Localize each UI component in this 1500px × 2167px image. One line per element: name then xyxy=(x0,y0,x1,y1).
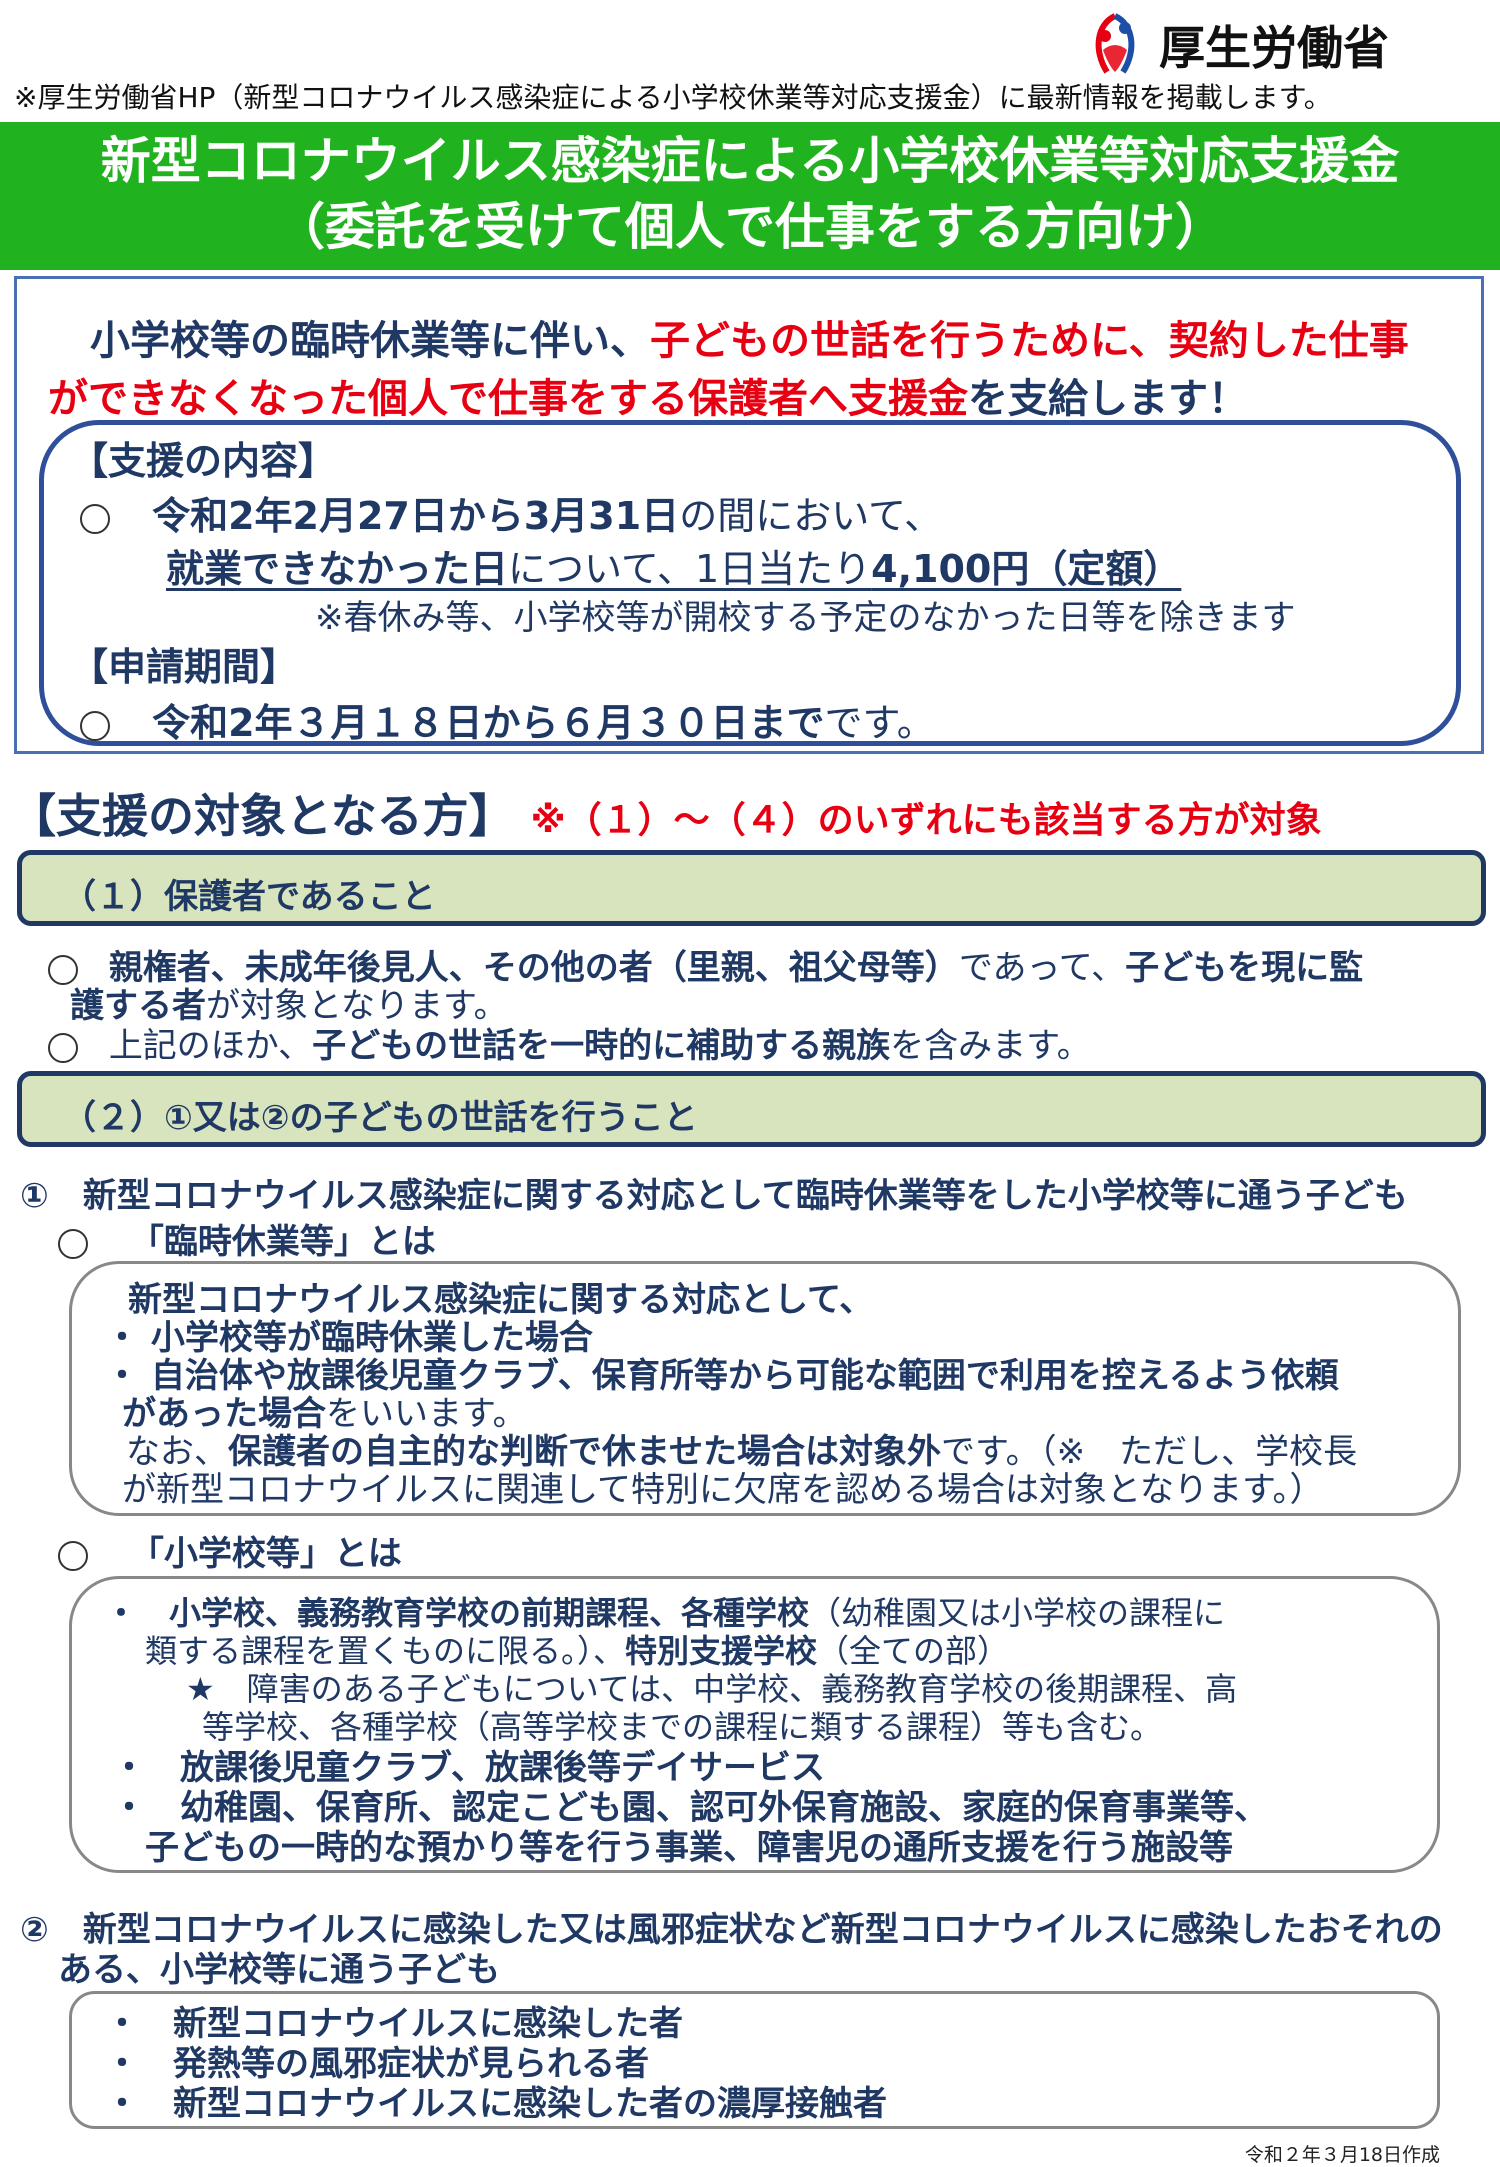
text-segment: 令和2年３月１８日から６月３０日まで xyxy=(152,701,825,745)
ministry-name: 厚生労働省 xyxy=(1159,21,1389,75)
condition-2-label: （２）①又は②の子どもの世話を行うこと xyxy=(17,1071,1486,1147)
intro-line-2: ができなくなった個人で仕事をする保護者へ支援金を支給します！ xyxy=(48,366,1248,424)
circle-bullet-icon xyxy=(58,1228,88,1259)
closure-line-6: が新型コロナウイルスに関連して特別に欠席を認める場合は対象となります。） xyxy=(122,1470,1324,1510)
circle-bullet-icon xyxy=(80,503,110,534)
application-period-text: 令和2年３月１８日から６月３０日までです。 xyxy=(152,701,935,745)
text-segment: 子どもを現に監 xyxy=(1125,948,1364,988)
circle-bullet-icon xyxy=(80,710,110,741)
infected-item-3: ・ 新型コロナウイルスに感染した者の濃厚接触者 xyxy=(105,2084,887,2124)
text-segment: 子どもの世話を行うために、契約した仕事 xyxy=(650,318,1409,364)
ministry-emblem-icon xyxy=(1095,13,1135,74)
text-segment: 上記のほか、 xyxy=(108,1026,313,1066)
text-segment: であって、 xyxy=(958,948,1126,988)
condition-1-text-2: 上記のほか、子どもの世話を一時的に補助する親族を含みます。 xyxy=(109,1026,1091,1066)
school-heading: 「小学校等」とは xyxy=(58,1526,402,1575)
text-segment: 令和2年2月27日から3月31日 xyxy=(152,494,680,538)
target-heading-text: 【支援の対象となる方】 xyxy=(10,789,515,843)
application-period-heading: 【申請期間】 xyxy=(70,645,299,689)
text-segment: 子どもの世話を一時的に補助する親族 xyxy=(312,1026,891,1066)
title-line-2: （委託を受けて個人で仕事をする方向け） xyxy=(275,198,1225,256)
text-segment: 4,100円（定額） xyxy=(871,547,1182,591)
text-segment: です。 xyxy=(824,701,935,745)
text-segment: の間において、 xyxy=(679,494,943,538)
title-line-1: 新型コロナウイルス感染症による小学校休業等対応支援金 xyxy=(100,132,1400,190)
school-line-7: 子どもの一時的な預かり等を行う事業、障害児の通所支援を行う施設等 xyxy=(145,1828,1233,1868)
application-period-line: 令和2年３月１８日から６月３０日までです。 xyxy=(80,692,935,747)
created-date: 令和２年３月18日作成 xyxy=(1244,2144,1440,2166)
text-segment: を含みます。 xyxy=(890,1026,1091,1066)
text-segment: ができなくなった個人で仕事をする保護者へ支援金 xyxy=(48,376,968,422)
header-note: ※厚生労働省HP（新型コロナウイルス感染症による小学校休業等対応支援金）に最新情… xyxy=(14,81,1332,114)
closure-heading: 「臨時休業等」とは xyxy=(58,1214,436,1263)
support-content-heading: 【支援の内容】 xyxy=(70,439,337,483)
target-heading-note: ※（１）～（４）のいずれにも該当する方が対象 xyxy=(530,800,1322,841)
target-heading: 【支援の対象となる方】 ※（１）～（４）のいずれにも該当する方が対象 xyxy=(10,780,1322,846)
title-banner: 新型コロナウイルス感染症による小学校休業等対応支援金 （委託を受けて個人で仕事を… xyxy=(0,122,1500,270)
condition-1-line-3: 上記のほか、子どもの世話を一時的に補助する親族を含みます。 xyxy=(48,1018,1091,1067)
support-content-note: ※春休み等、小学校等が開校する予定のなかった日等を除きます xyxy=(315,598,1296,638)
text-segment: について、1日当たり xyxy=(508,547,872,591)
condition-2-item-1: ① 新型コロナウイルス感染症に関する対応として臨時休業等をした小学校等に通う子ど… xyxy=(20,1176,1408,1216)
closure-heading-text: 「臨時休業等」とは xyxy=(129,1222,436,1262)
support-content-line-2: 就業できなかった日について、1日当たり4,100円（定額） xyxy=(166,538,1181,593)
text-segment: 小学校等の臨時休業等に伴い、 xyxy=(90,318,650,364)
circle-bullet-icon xyxy=(48,1032,78,1063)
text-segment: を支給します！ xyxy=(968,376,1248,422)
support-content-line-1: 令和2年2月27日から3月31日の間において、 xyxy=(80,485,942,540)
text-segment: 就業できなかった日 xyxy=(166,547,509,591)
circle-bullet-icon xyxy=(58,1540,88,1571)
school-heading-text: 「小学校等」とは xyxy=(129,1534,402,1574)
support-period-text: 令和2年2月27日から3月31日の間において、 xyxy=(152,494,942,538)
ministry-logo: 厚生労働省 xyxy=(1085,10,1389,80)
condition-2-item-2-line-2: ある、小学校等に通う子ども xyxy=(58,1950,500,1990)
condition-1-label: （１）保護者であること xyxy=(17,850,1486,926)
intro-line-1: 小学校等の臨時休業等に伴い、子どもの世話を行うために、契約した仕事 xyxy=(90,308,1409,366)
